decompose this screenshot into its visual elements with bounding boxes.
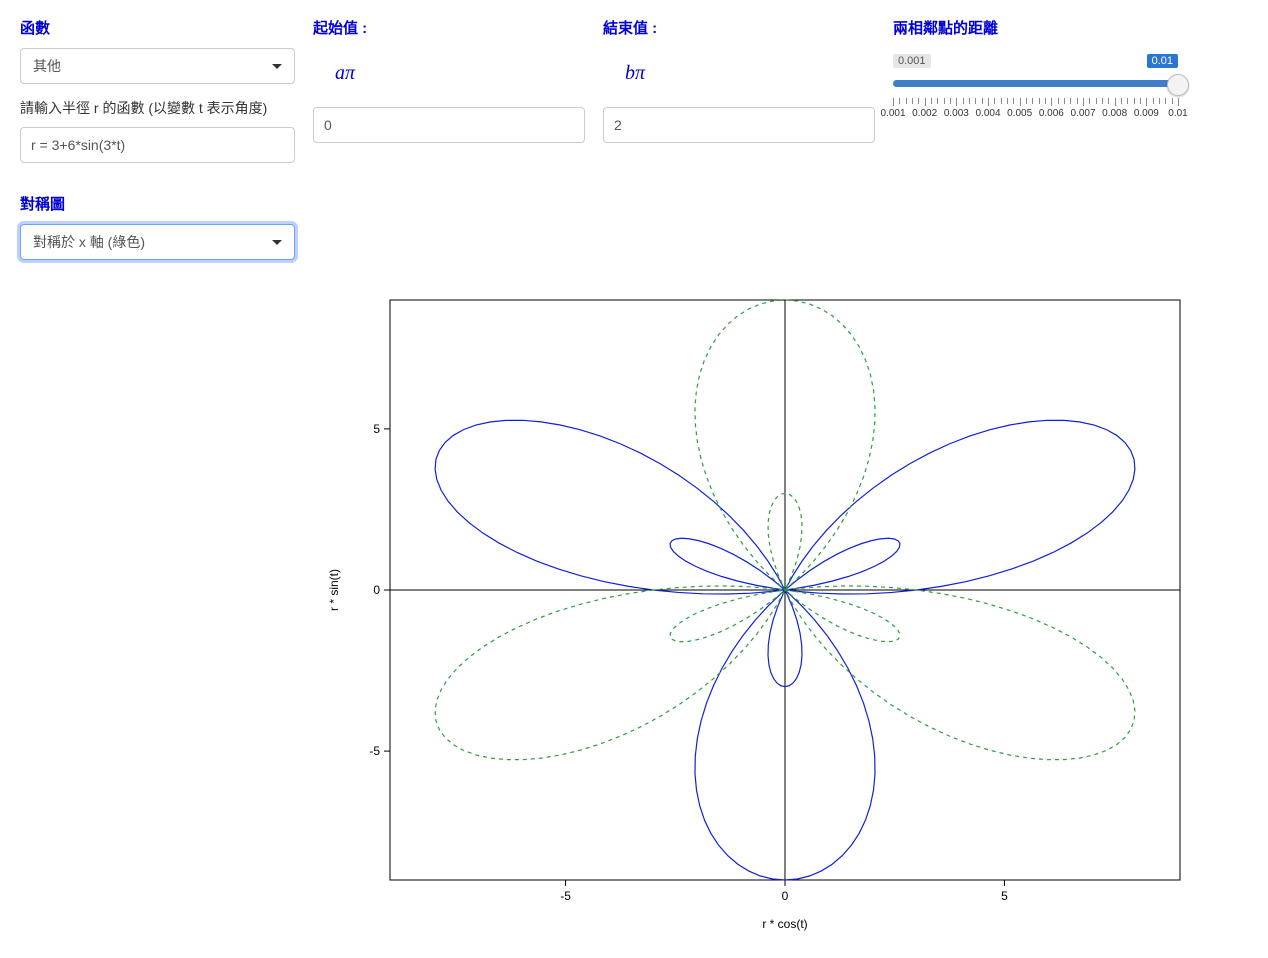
- end-input[interactable]: [603, 107, 875, 143]
- function-select[interactable]: 其他: [20, 48, 295, 84]
- end-title: 結束值 :: [603, 17, 875, 38]
- symmetry-title: 對稱圖: [20, 193, 295, 214]
- chart-svg: -505-505r * cos(t)r * sin(t): [320, 290, 1200, 940]
- formula-input[interactable]: [20, 127, 295, 163]
- svg-text:0: 0: [373, 583, 380, 597]
- end-column: 結束值 : bπ: [603, 15, 875, 260]
- start-column: 起始值 : aπ: [313, 15, 585, 260]
- chevron-down-icon: [272, 240, 282, 245]
- slider-value-badge: 0.01: [1147, 54, 1178, 68]
- start-math-label: aπ: [335, 62, 585, 85]
- function-column: 函數 其他 請輸入半徑 r 的函數 (以變數 t 表示角度) 對稱圖 對稱於 x…: [20, 15, 295, 260]
- svg-text:r * sin(t): r * sin(t): [327, 569, 341, 611]
- symmetry-select[interactable]: 對稱於 x 軸 (綠色): [20, 224, 295, 260]
- polar-chart: -505-505r * cos(t)r * sin(t): [320, 290, 1248, 943]
- end-math-label: bπ: [625, 62, 875, 85]
- svg-text:-5: -5: [369, 744, 380, 758]
- svg-text:5: 5: [373, 422, 380, 436]
- function-title: 函數: [20, 17, 295, 38]
- distance-title: 兩相鄰點的距離: [893, 17, 1178, 38]
- start-input[interactable]: [313, 107, 585, 143]
- distance-slider[interactable]: 0.001 0.01 0.0010.0020.0030.0040.0050.00…: [893, 54, 1178, 122]
- chevron-down-icon: [272, 64, 282, 69]
- symmetry-select-value: 對稱於 x 軸 (綠色): [33, 232, 145, 252]
- formula-help-text: 請輸入半徑 r 的函數 (以變數 t 表示角度): [20, 98, 295, 119]
- slider-min-badge: 0.001: [893, 54, 931, 68]
- function-select-value: 其他: [33, 56, 61, 76]
- svg-text:r * cos(t): r * cos(t): [762, 917, 807, 931]
- distance-column: 兩相鄰點的距離 0.001 0.01 0.0010.0020.0030.0040…: [893, 15, 1178, 260]
- start-title: 起始值 :: [313, 17, 585, 38]
- slider-thumb[interactable]: [1167, 74, 1189, 96]
- controls-row: 函數 其他 請輸入半徑 r 的函數 (以變數 t 表示角度) 對稱圖 對稱於 x…: [20, 15, 1248, 260]
